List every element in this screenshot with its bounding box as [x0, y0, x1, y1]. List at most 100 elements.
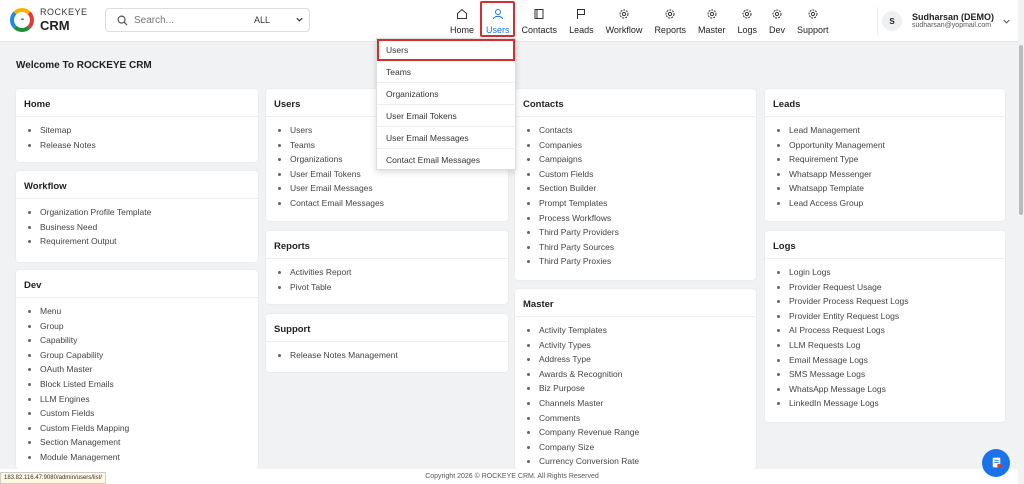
list-item[interactable]: LinkedIn Message Logs: [775, 396, 1005, 411]
card-title: Home: [16, 89, 258, 117]
list-item[interactable]: Process Workflows: [525, 211, 756, 226]
list-item[interactable]: Activity Types: [525, 338, 756, 353]
nav-home[interactable]: Home: [444, 0, 480, 42]
nav-support[interactable]: Support: [791, 0, 835, 42]
list-item[interactable]: Block Listed Emails: [26, 377, 258, 392]
nav-contacts[interactable]: Contacts: [516, 0, 564, 42]
list-item[interactable]: Provider Process Request Logs: [775, 294, 1005, 309]
list-item[interactable]: Activity Templates: [525, 323, 756, 338]
list-item[interactable]: Company Size: [525, 440, 756, 455]
card-home: Home Sitemap Release Notes: [16, 89, 258, 162]
brand-line1: ROCKEYE: [40, 7, 88, 17]
list-item[interactable]: Email Message Logs: [775, 353, 1005, 368]
list-item[interactable]: Capability: [26, 333, 258, 348]
list-item[interactable]: Requirement Type: [775, 152, 1005, 167]
list-item[interactable]: Sitemap: [26, 123, 258, 138]
card-title: Leads: [765, 89, 1005, 117]
list-item[interactable]: Address Type: [525, 352, 756, 367]
footer: Copyright 2026 © ROCKEYE CRM. All Rights…: [0, 469, 1024, 484]
list-item[interactable]: Contacts: [525, 123, 756, 138]
list-item[interactable]: WhatsApp Message Logs: [775, 382, 1005, 397]
list-item[interactable]: Currency Conversion Rate: [525, 454, 756, 469]
scrollbar-thumb[interactable]: [1019, 45, 1023, 215]
list-item[interactable]: Activities Report: [276, 265, 508, 280]
list-item[interactable]: Custom Fields Mapping: [26, 421, 258, 436]
nav-master[interactable]: Master: [692, 0, 732, 42]
card-title: Reports: [266, 231, 508, 259]
home-icon: [455, 7, 469, 21]
list-item[interactable]: Provider Entity Request Logs: [775, 309, 1005, 324]
list-item[interactable]: LLM Engines: [26, 392, 258, 407]
list-item[interactable]: Release Notes Management: [276, 348, 508, 363]
brand-logo[interactable]: ••• ROCKEYE CRM: [10, 8, 88, 32]
scrollbar[interactable]: [1018, 0, 1024, 484]
list-item[interactable]: Group Capability: [26, 348, 258, 363]
menu-item-users[interactable]: Users: [377, 39, 515, 61]
list-item[interactable]: Lead Management: [775, 123, 1005, 138]
top-navbar: ••• ROCKEYE CRM ALL Home Users Contacts: [0, 0, 1024, 42]
list-item[interactable]: AI Process Request Logs: [775, 323, 1005, 338]
menu-item-contact-email-messages[interactable]: Contact Email Messages: [377, 149, 515, 171]
user-menu[interactable]: S Sudharsan (DEMO) sudharsan@yopmail.com: [877, 7, 1015, 35]
list-item[interactable]: User Email Messages: [276, 181, 508, 196]
list-item[interactable]: LLM Requests Log: [775, 338, 1005, 353]
list-item[interactable]: Whatsapp Template: [775, 181, 1005, 196]
card-title: Master: [515, 289, 756, 317]
list-item[interactable]: Release Notes: [26, 138, 258, 153]
search-input[interactable]: [134, 14, 234, 26]
list-item[interactable]: Login Logs: [775, 265, 1005, 280]
search-scope-select[interactable]: ALL: [254, 9, 310, 31]
list-item[interactable]: Campaigns: [525, 152, 756, 167]
list-item[interactable]: Companies: [525, 138, 756, 153]
list-item[interactable]: Provider Request Usage: [775, 280, 1005, 295]
menu-item-user-email-tokens[interactable]: User Email Tokens: [377, 105, 515, 127]
menu-item-organizations[interactable]: Organizations: [377, 83, 515, 105]
nav-reports[interactable]: Reports: [648, 0, 692, 42]
menu-item-teams[interactable]: Teams: [377, 61, 515, 83]
list-item[interactable]: SMS Message Logs: [775, 367, 1005, 382]
chevron-down-icon: [1002, 17, 1011, 28]
list-item[interactable]: Menu: [26, 304, 258, 319]
list-item[interactable]: Section Builder: [525, 181, 756, 196]
gear-icon: [770, 7, 784, 21]
card-workflow: Workflow Organization Profile Template B…: [16, 171, 258, 262]
help-fab-button[interactable]: [982, 449, 1010, 477]
list-item[interactable]: Awards & Recognition: [525, 367, 756, 382]
list-item[interactable]: Module Management: [26, 450, 258, 465]
list-item[interactable]: Channels Master: [525, 396, 756, 411]
card-master: Master Activity Templates Activity Types…: [515, 289, 756, 469]
list-item[interactable]: Third Party Sources: [525, 240, 756, 255]
menu-item-user-email-messages[interactable]: User Email Messages: [377, 127, 515, 149]
list-item[interactable]: Opportunity Management: [775, 138, 1005, 153]
list-item[interactable]: Pivot Table: [276, 280, 508, 295]
list-item[interactable]: Group: [26, 319, 258, 334]
list-item[interactable]: Prompt Templates: [525, 196, 756, 211]
list-item[interactable]: Lead Access Group: [775, 196, 1005, 211]
card-reports: Reports Activities Report Pivot Table: [266, 231, 508, 304]
list-item[interactable]: Company Revenue Range: [525, 425, 756, 440]
list-item[interactable]: Third Party Providers: [525, 225, 756, 240]
list-item[interactable]: Contact Email Messages: [276, 196, 508, 211]
card-contacts: Contacts Contacts Companies Campaigns Cu…: [515, 89, 756, 280]
nav-logs[interactable]: Logs: [731, 0, 763, 42]
list-item[interactable]: Comments: [525, 411, 756, 426]
list-item[interactable]: Whatsapp Messenger: [775, 167, 1005, 182]
list-item[interactable]: Section Management: [26, 435, 258, 450]
nav-leads[interactable]: Leads: [563, 0, 600, 42]
list-item[interactable]: Biz Purpose: [525, 381, 756, 396]
flag-icon: [574, 7, 588, 21]
list-item[interactable]: Organization Profile Template: [26, 205, 258, 220]
users-dropdown-menu: Users Teams Organizations User Email Tok…: [376, 38, 516, 170]
list-item[interactable]: OAuth Master: [26, 362, 258, 377]
list-item[interactable]: Requirement Output: [26, 234, 258, 249]
list-item[interactable]: Custom Fields: [26, 406, 258, 421]
list-item[interactable]: Business Need: [26, 220, 258, 235]
list-item[interactable]: Custom Fields: [525, 167, 756, 182]
brand-line2: CRM: [40, 18, 70, 33]
gear-icon: [663, 7, 677, 21]
list-item[interactable]: Third Party Proxies: [525, 254, 756, 269]
nav-workflow[interactable]: Workflow: [600, 0, 649, 42]
nav-dev[interactable]: Dev: [763, 0, 791, 42]
gear-icon: [705, 7, 719, 21]
card-title: Dev: [16, 270, 258, 298]
